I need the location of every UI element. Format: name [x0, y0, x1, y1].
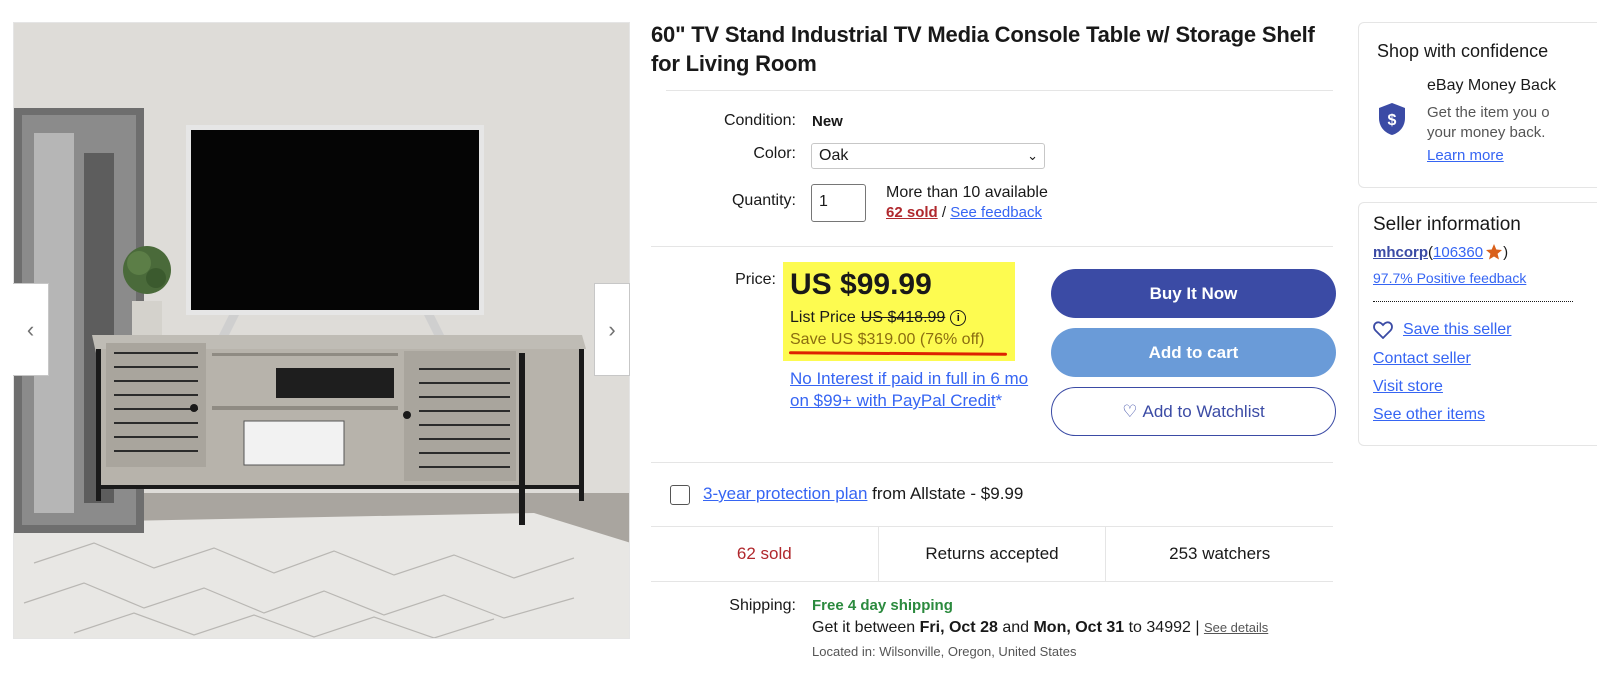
divider	[1373, 301, 1573, 302]
shipping-label: Shipping:	[729, 597, 796, 614]
chevron-left-icon: ‹	[26, 316, 35, 342]
condition-value: New	[812, 113, 843, 130]
separator: /	[937, 204, 951, 221]
delivery-and: and	[997, 619, 1034, 636]
tv-stand-photo	[14, 23, 629, 638]
money-back-desc-line-2: your money back.	[1427, 124, 1546, 141]
price-label: Price:	[735, 271, 776, 288]
add-to-cart-button[interactable]: Add to cart	[1051, 328, 1336, 377]
seller-name-link[interactable]: mhcorp	[1373, 244, 1428, 261]
seller-score-link[interactable]: 106360	[1433, 244, 1483, 261]
money-back-title: eBay Money Back	[1427, 77, 1556, 94]
watchers-stat: 253 watchers	[1105, 527, 1333, 581]
visit-store-link[interactable]: Visit store	[1373, 378, 1443, 396]
protection-plan-text: 3-year protection plan from Allstate - $…	[703, 484, 1023, 504]
see-other-items-link[interactable]: See other items	[1373, 406, 1485, 424]
delivery-prefix: Get it between	[812, 619, 920, 636]
returns-stat: Returns accepted	[877, 527, 1106, 581]
delivery-start-date: Fri, Oct 28	[919, 619, 998, 636]
delivery-end-date: Mon, Oct 31	[1033, 619, 1125, 636]
add-to-watchlist-label: Add to Watchlist	[1142, 401, 1265, 421]
quantity-label: Quantity:	[731, 192, 796, 209]
sold-stat: 62 sold	[736, 544, 792, 563]
save-this-seller-link[interactable]: Save this seller	[1403, 321, 1512, 339]
chevron-right-icon: ›	[608, 316, 616, 342]
protection-plan-link[interactable]: 3-year protection plan	[703, 484, 867, 503]
product-image[interactable]	[13, 22, 630, 639]
heart-icon: ♡	[1122, 401, 1138, 421]
next-image-button[interactable]: ›	[594, 283, 630, 376]
condition-label: Condition:	[723, 112, 796, 129]
divider	[666, 90, 1333, 91]
list-price-label: List Price	[790, 309, 856, 326]
save-seller-row[interactable]: Save this seller	[1373, 321, 1512, 339]
protection-plan-suffix: from Allstate - $9.99	[867, 484, 1024, 503]
quantity-input[interactable]: 1	[811, 184, 866, 222]
color-label: Color:	[753, 145, 796, 162]
chevron-down-icon: ⌄	[1027, 148, 1038, 163]
previous-image-button[interactable]: ‹	[13, 283, 49, 376]
money-back-description: Get the item you o your money back.	[1427, 103, 1597, 143]
item-stats-row: 62 sold Returns accepted 253 watchers	[651, 526, 1333, 582]
free-shipping-text: Free 4 day shipping	[812, 597, 953, 614]
heart-icon	[1373, 321, 1393, 339]
sold-feedback-line: 62 sold / See feedback	[886, 204, 1042, 221]
divider	[651, 246, 1333, 247]
learn-more-link[interactable]: Learn more	[1427, 147, 1504, 164]
star-icon	[1486, 244, 1503, 260]
info-icon[interactable]: i	[950, 310, 967, 326]
paypal-asterisk: *	[995, 391, 1003, 410]
protection-plan-checkbox[interactable]	[670, 485, 690, 505]
seller-name-line: mhcorp (106360 )	[1373, 243, 1508, 261]
divider	[651, 462, 1333, 463]
delivery-zip: to 34992 |	[1124, 619, 1204, 636]
paypal-credit-offer: No Interest if paid in full in 6 mo on $…	[790, 368, 1030, 412]
color-select[interactable]: Oak ⌄	[811, 143, 1045, 169]
money-back-desc-line-1: Get the item you o	[1427, 104, 1550, 121]
add-to-watchlist-button[interactable]: ♡ Add to Watchlist	[1051, 387, 1336, 436]
contact-seller-link[interactable]: Contact seller	[1373, 350, 1471, 368]
list-price-line: List Price US $418.99 i	[790, 309, 967, 327]
paypal-credit-link[interactable]: No Interest if paid in full in 6 mo on $…	[790, 369, 1028, 410]
shield-dollar-icon: $	[1379, 103, 1405, 135]
seller-information-title: Seller information	[1373, 214, 1521, 235]
item-title: 60" TV Stand Industrial TV Media Console…	[651, 22, 1315, 76]
availability-text: More than 10 available	[886, 184, 1048, 201]
savings-text: Save US $319.00 (76% off)	[790, 331, 985, 348]
item-location: Located in: Wilsonville, Oregon, United …	[812, 644, 1077, 659]
sold-count-link[interactable]: 62 sold	[886, 204, 938, 221]
price-value: US $99.99	[790, 268, 932, 301]
close-paren: )	[1503, 243, 1509, 261]
svg-text:$: $	[1388, 112, 1397, 129]
list-price-value: US $418.99	[860, 309, 946, 326]
positive-feedback-link[interactable]: 97.7% Positive feedback	[1373, 270, 1526, 286]
delivery-estimate: Get it between Fri, Oct 28 and Mon, Oct …	[812, 619, 1268, 637]
see-feedback-link[interactable]: See feedback	[950, 204, 1042, 221]
buy-it-now-button[interactable]: Buy It Now	[1051, 269, 1336, 318]
see-details-link[interactable]: See details	[1204, 620, 1268, 635]
shop-with-confidence-title: Shop with confidence	[1377, 41, 1549, 61]
color-select-value: Oak	[819, 147, 849, 164]
